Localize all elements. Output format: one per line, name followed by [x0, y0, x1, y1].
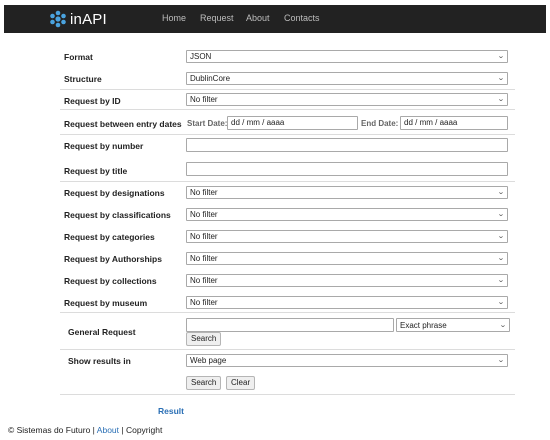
- structure-select-value: DublinCore: [190, 74, 231, 83]
- select-value: No filter: [190, 232, 218, 241]
- chevron-down-icon: ⌄: [499, 321, 507, 329]
- select-value: No filter: [190, 210, 218, 219]
- select-value: No filter: [190, 298, 218, 307]
- general-request-label: General Request: [68, 327, 136, 337]
- request-by-collections-label: Request by collections: [64, 276, 157, 286]
- logo-icon: [50, 10, 66, 28]
- request-by-number-label: Request by number: [64, 141, 144, 151]
- brand-name: inAPI: [70, 10, 107, 28]
- nav-contacts[interactable]: Contacts: [284, 13, 320, 23]
- divider: [60, 181, 515, 182]
- nav-request[interactable]: Request: [200, 13, 234, 23]
- result-heading: Result: [158, 406, 184, 416]
- request-by-designations-label: Request by designations: [64, 188, 165, 198]
- request-by-museum-label: Request by museum: [64, 298, 148, 308]
- match-type-select[interactable]: Exact phrase ⌄: [396, 318, 510, 332]
- format-select-value: JSON: [190, 52, 212, 61]
- request-by-categories-label: Request by categories: [64, 232, 155, 242]
- chevron-down-icon: ⌄: [497, 96, 505, 103]
- general-request-input[interactable]: [186, 318, 394, 332]
- general-search-button[interactable]: Search: [186, 332, 222, 346]
- request-by-museum-select[interactable]: No filter ⌄: [186, 296, 508, 309]
- request-by-collections-select[interactable]: No filter ⌄: [186, 274, 508, 287]
- match-type-value: Exact phrase: [400, 320, 447, 330]
- nav-about[interactable]: About: [246, 13, 270, 23]
- request-by-classifications-label: Request by classifications: [64, 210, 171, 220]
- end-date-label: End Date:: [361, 119, 399, 128]
- divider: [60, 312, 515, 313]
- navbar: inAPI Home Request About Contacts: [4, 5, 546, 33]
- show-results-label: Show results in: [68, 356, 131, 366]
- show-results-value: Web page: [190, 356, 227, 365]
- chevron-down-icon: ⌄: [497, 299, 505, 306]
- clear-button[interactable]: Clear: [226, 376, 256, 390]
- divider: [60, 134, 515, 135]
- footer-suffix: | Copyright: [119, 425, 163, 435]
- chevron-down-icon: ⌄: [497, 255, 505, 262]
- divider: [60, 109, 515, 110]
- divider: [60, 89, 515, 90]
- request-dates-label: Request between entry dates: [64, 119, 182, 129]
- chevron-down-icon: ⌄: [497, 53, 505, 60]
- request-by-designations-select[interactable]: No filter ⌄: [186, 186, 508, 199]
- nav-home[interactable]: Home: [162, 13, 186, 23]
- chevron-down-icon: ⌄: [497, 277, 505, 284]
- request-by-authorships-label: Request by Authorships: [64, 254, 162, 264]
- search-button[interactable]: Search: [186, 376, 222, 390]
- divider: [60, 394, 515, 395]
- start-date-label: Start Date:: [187, 119, 228, 128]
- request-by-id-select[interactable]: No filter ⌄: [186, 93, 508, 106]
- show-results-select[interactable]: Web page ⌄: [186, 354, 508, 367]
- end-date-input[interactable]: dd / mm / aaaa: [400, 116, 508, 130]
- chevron-down-icon: ⌄: [497, 189, 505, 196]
- format-select[interactable]: JSON ⌄: [186, 50, 508, 63]
- request-by-title-label: Request by title: [64, 166, 128, 176]
- chevron-down-icon: ⌄: [497, 233, 505, 240]
- request-by-title-input[interactable]: [186, 162, 508, 176]
- format-label: Format: [64, 52, 93, 62]
- structure-label: Structure: [64, 74, 102, 84]
- select-value: No filter: [190, 254, 218, 263]
- request-by-number-input[interactable]: [186, 138, 508, 152]
- chevron-down-icon: ⌄: [497, 357, 505, 364]
- footer-prefix: © Sistemas do Futuro |: [8, 425, 97, 435]
- request-by-authorships-select[interactable]: No filter ⌄: [186, 252, 508, 265]
- request-by-categories-select[interactable]: No filter ⌄: [186, 230, 508, 243]
- request-by-classifications-select[interactable]: No filter ⌄: [186, 208, 508, 221]
- select-value: No filter: [190, 276, 218, 285]
- select-value: No filter: [190, 188, 218, 197]
- request-by-id-label: Request by ID: [64, 96, 121, 106]
- chevron-down-icon: ⌄: [497, 211, 505, 218]
- request-by-id-value: No filter: [190, 95, 218, 104]
- divider: [60, 349, 515, 350]
- chevron-down-icon: ⌄: [497, 75, 505, 82]
- footer: © Sistemas do Futuro | About | Copyright: [8, 425, 162, 435]
- structure-select[interactable]: DublinCore ⌄: [186, 72, 508, 85]
- start-date-input[interactable]: dd / mm / aaaa: [227, 116, 358, 130]
- brand[interactable]: inAPI: [48, 10, 107, 28]
- footer-about-link[interactable]: About: [97, 425, 119, 435]
